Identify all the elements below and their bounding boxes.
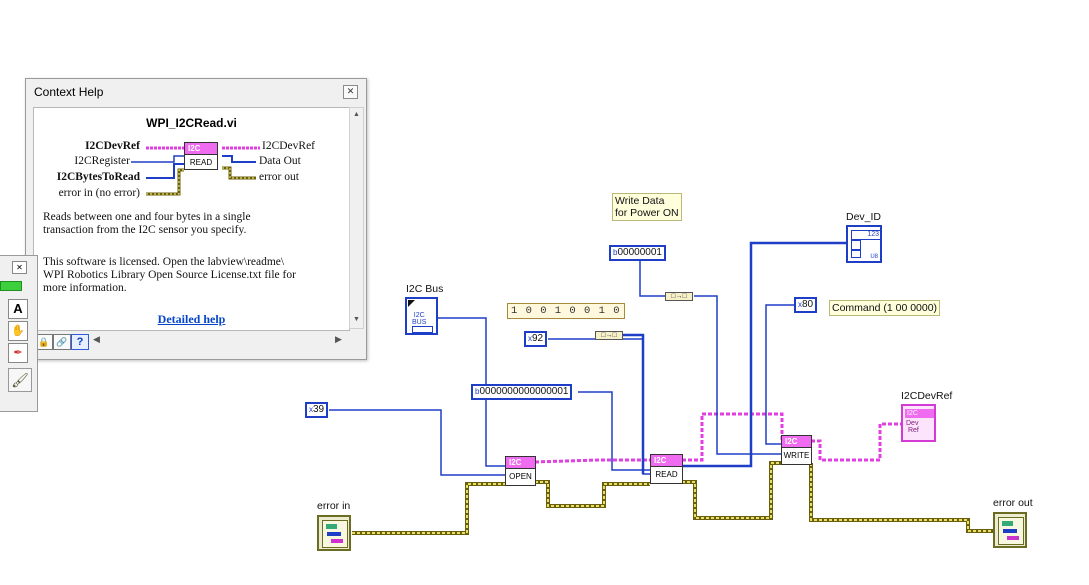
input-error-in: error in (no error): [58, 187, 140, 199]
hex-constant-39[interactable]: x39: [305, 402, 329, 418]
context-help-window[interactable]: Context Help ✕ WPI_I2CRead.vi I2C READ I…: [25, 78, 367, 360]
error-in-label: error in: [317, 500, 351, 512]
scroll-right-icon[interactable]: ▶: [335, 334, 342, 345]
output-error-out: error out: [259, 171, 299, 183]
read-node-icon: I2C READ: [184, 142, 218, 170]
dev-id-indicator[interactable]: 123 U8: [846, 225, 882, 263]
description-license: This software is licensed. Open the labv…: [43, 256, 296, 294]
input-i2cdevref: I2CDevRef: [85, 140, 140, 152]
build-array-node-icon[interactable]: □→□: [665, 292, 693, 301]
scroll-left-icon[interactable]: ◀: [93, 334, 100, 345]
vertical-scrollbar[interactable]: ▲ ▼: [349, 107, 364, 329]
dev-id-label: Dev_ID: [846, 211, 882, 223]
color-picker-icon[interactable]: ✒: [8, 343, 28, 363]
link-icon[interactable]: 🔗: [53, 334, 71, 350]
error-out-indicator[interactable]: [993, 512, 1027, 548]
scroll-up-icon[interactable]: ▲: [353, 111, 360, 118]
dev-id-icon-text: 123: [851, 230, 881, 240]
i2c-read-node[interactable]: I2C READ: [650, 454, 683, 484]
i2cdevref-indicator[interactable]: I2C Dev Ref: [901, 404, 936, 442]
scroll-tool-icon[interactable]: ✋: [8, 321, 28, 341]
close-icon[interactable]: ✕: [343, 85, 358, 99]
hex-constant-80[interactable]: x80: [794, 297, 818, 313]
hex-constant-92[interactable]: x92: [524, 331, 548, 347]
command-note: Command (1 00 0000): [829, 300, 941, 316]
output-data-out: Data Out: [259, 155, 301, 167]
tools-palette[interactable]: ✕ A ✋ ✒ 🖌: [0, 255, 38, 412]
numeric-wire[interactable]: [329, 253, 794, 476]
i2cdevref-label: I2CDevRef: [901, 390, 953, 402]
write-data-note: Write Data for Power ON: [612, 193, 682, 221]
error-cluster-icon: [998, 517, 1024, 545]
input-i2cregister: I2CRegister: [74, 155, 130, 167]
scroll-down-icon[interactable]: ▼: [353, 316, 360, 323]
i2c-open-node[interactable]: I2C OPEN: [505, 456, 536, 486]
context-help-title: Context Help: [34, 85, 104, 99]
numeric-data-out-wire[interactable]: [622, 241, 846, 474]
help-icon[interactable]: ?: [71, 334, 89, 350]
output-i2cdevref: I2CDevRef: [262, 140, 316, 152]
auto-tool-indicator-icon[interactable]: [0, 281, 22, 291]
error-in-control[interactable]: [317, 515, 351, 551]
i2c-bus-label: I2C Bus: [406, 283, 444, 295]
text-tool-icon[interactable]: A: [8, 299, 28, 319]
bus-icon-text: I2C BUS: [412, 312, 427, 326]
error-out-label: error out: [993, 497, 1033, 509]
context-help-bottom-bar: 🔒 🔗 ? ◀ ▶: [33, 331, 364, 351]
devref-wire[interactable]: [534, 412, 905, 464]
devref-icon: Dev Ref: [906, 420, 919, 434]
bit-pattern-constant[interactable]: 1 0 0 1 0 0 1 0: [507, 303, 625, 319]
binary-constant-16bit[interactable]: b0000000000000001: [471, 384, 573, 400]
context-help-content: WPI_I2CRead.vi I2C READ I2CDevRef I2CReg…: [33, 107, 350, 331]
paint-brush-icon[interactable]: 🖌: [8, 368, 32, 392]
i2c-write-node[interactable]: I2C WRITE: [781, 435, 812, 465]
description-summary: Reads between one and four bytes in a si…: [43, 211, 251, 236]
input-i2cbytestoread: I2CBytesToRead: [56, 171, 140, 183]
close-icon[interactable]: ✕: [12, 261, 27, 274]
detailed-help-link[interactable]: Detailed help: [34, 312, 349, 327]
build-array-node-icon[interactable]: □→□: [595, 331, 623, 340]
error-cluster-icon: [322, 520, 348, 548]
i2c-bus-control[interactable]: I2C BUS: [405, 297, 438, 335]
binary-constant-8bit[interactable]: b00000001: [609, 245, 666, 261]
